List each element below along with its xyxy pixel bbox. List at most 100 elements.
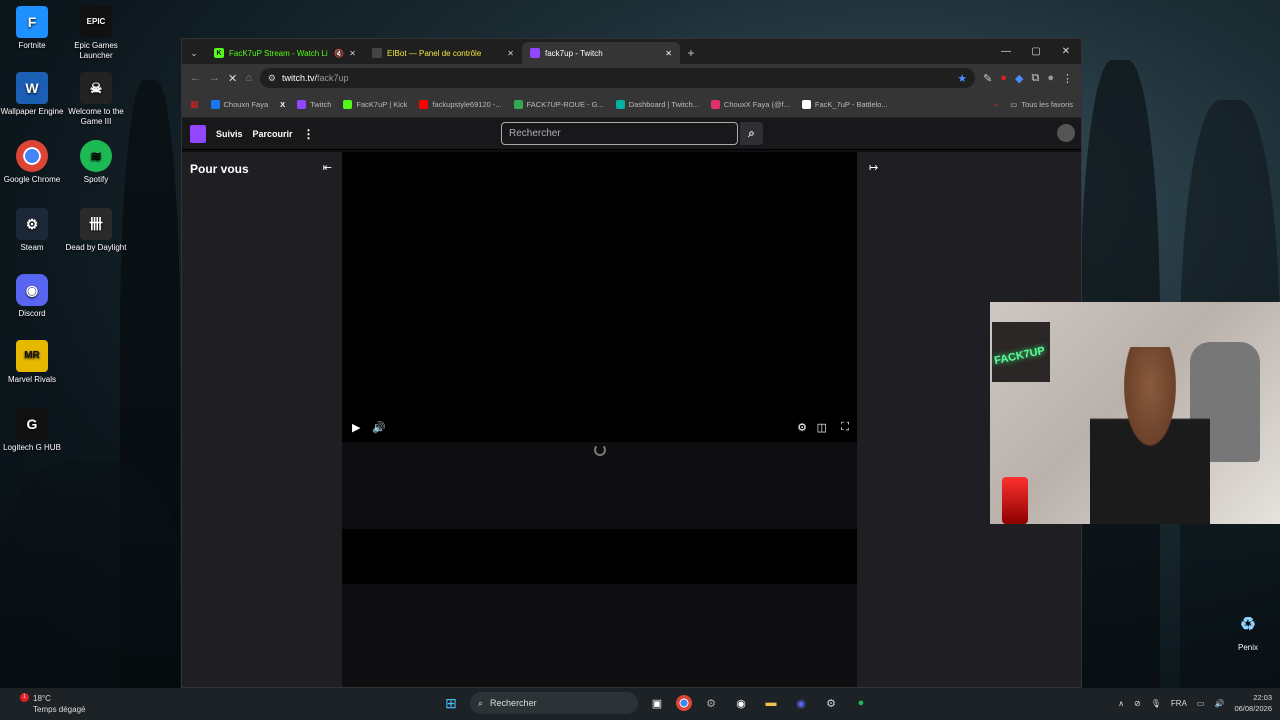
weather-widget[interactable]: 1 18°C Temps dégagé (18, 693, 85, 715)
taskbar-center: ⊞ ⌕ Rechercher ▣ ⚙ ◉ ▬ ◉ ⚙ ● (440, 692, 872, 714)
speaker-icon[interactable]: 🔊 (1214, 699, 1224, 708)
windows-start-icon[interactable]: ⊞ (440, 692, 462, 714)
bookmark-item[interactable]: X (280, 100, 285, 109)
apps-grid-icon[interactable]: ▦ (190, 99, 199, 110)
language-indicator[interactable]: FRA (1171, 699, 1187, 708)
home-icon[interactable]: ⌂ (245, 72, 252, 84)
profile-avatar[interactable]: ● (1047, 72, 1054, 84)
browser-toolbar: ← → ✕ ⌂ ⚙ twitch.tv/fack7up ★ ✎ ● ◆ ⧉ ● … (182, 64, 1081, 92)
collapse-sidebar-icon[interactable]: ⇤ (323, 161, 332, 174)
play-icon[interactable]: ▶ (352, 421, 360, 434)
streamer (1090, 347, 1210, 524)
bookmark-item[interactable]: FacK7uP | Kick (343, 100, 407, 109)
theater-mode-icon[interactable]: ◫ (817, 421, 827, 434)
bookmark-star-icon[interactable]: ★ (957, 72, 967, 85)
nav-browse[interactable]: Parcourir (253, 129, 293, 139)
taskbar-search[interactable]: ⌕ Rechercher (470, 692, 638, 714)
desktop-icon-spotify[interactable]: ≋ Spotify (64, 140, 128, 185)
extensions-puzzle-icon[interactable]: ⧉ (1031, 72, 1039, 85)
settings-gear-icon[interactable]: ⚙ (797, 421, 807, 434)
spotify-taskbar-icon[interactable]: ● (850, 692, 872, 714)
battlelog-icon (801, 100, 811, 109)
tab-strip: ⌄ K FacK7uP Stream - Watch Li 🔇 ✕ EIBot … (182, 39, 1081, 64)
steam-icon: ⚙ (16, 208, 48, 240)
close-tab-icon[interactable]: ✕ (349, 49, 356, 58)
bookmark-item[interactable]: Dashboard | Twitch... (615, 100, 699, 109)
desktop-icon-chrome[interactable]: Google Chrome (0, 140, 64, 185)
network-off-icon[interactable]: ⊘ (1134, 699, 1141, 708)
desktop-icon-steam[interactable]: ⚙ Steam (0, 208, 64, 253)
bookmark-item[interactable]: FacK_7uP - Battlelo... (801, 100, 888, 109)
forward-icon[interactable]: → (209, 72, 220, 84)
site-info-icon[interactable]: ⚙ (268, 73, 276, 84)
video-player[interactable]: ▶ 🔊 ⚙ ◫ ⛶ (342, 152, 857, 442)
loading-spinner-icon (594, 444, 606, 456)
twitch-icon (297, 100, 307, 109)
volume-icon[interactable]: 🔊 (372, 421, 386, 434)
twitch-search-input[interactable]: Rechercher (501, 122, 738, 145)
desktop-icon-fortnite[interactable]: F Fortnite (0, 6, 64, 51)
left-sidebar: Pour vous ⇤ (182, 152, 342, 687)
maximize-icon[interactable]: ▢ (1021, 39, 1051, 64)
browser-window: ⌄ K FacK7uP Stream - Watch Li 🔇 ✕ EIBot … (181, 38, 1082, 688)
task-view-icon[interactable]: ▣ (646, 692, 668, 714)
steam-taskbar-icon[interactable]: ⚙ (820, 692, 842, 714)
address-bar[interactable]: ⚙ twitch.tv/fack7up ★ (259, 68, 976, 88)
minimize-icon[interactable]: — (991, 39, 1021, 64)
user-avatar[interactable] (1057, 124, 1075, 142)
tab-eibot-panel[interactable]: EIBot — Panel de contrôle ✕ (364, 42, 522, 64)
all-favorites-folder[interactable]: ▭ Tous les favoris (1010, 100, 1073, 109)
clock[interactable]: 22:03 06/08/2026 (1234, 692, 1272, 714)
bookmark-item[interactable]: FACK7UP-ROUE - G... (513, 100, 604, 109)
desktop-icon-logitech[interactable]: G Logitech G HUB (0, 408, 64, 453)
display-icon[interactable]: ▭ (1197, 699, 1205, 708)
tab-kick-stream[interactable]: K FacK7uP Stream - Watch Li 🔇 ✕ (206, 42, 364, 64)
close-tab-icon[interactable]: ✕ (665, 49, 672, 58)
close-window-icon[interactable]: ✕ (1051, 39, 1081, 64)
tray-overflow-icon[interactable]: ∧ (1118, 699, 1124, 708)
microphone-icon[interactable]: 🎙 (1151, 699, 1161, 708)
file-explorer-icon[interactable]: ▬ (760, 692, 782, 714)
desktop-icon-discord[interactable]: ◉ Discord (0, 274, 64, 319)
obs-taskbar-icon[interactable]: ◉ (730, 692, 752, 714)
bookmark-item[interactable]: Twitch (297, 100, 331, 109)
desktop-icon-marvel-rivals[interactable]: MR Marvel Rivals (0, 340, 64, 385)
more-menu-icon[interactable]: ⋮ (303, 127, 315, 141)
fullscreen-icon[interactable]: ⛶ (841, 421, 849, 434)
extension-blue-icon[interactable]: ◆ (1015, 72, 1023, 85)
desktop-icon-wallpaper-engine[interactable]: W Wallpaper Engine (0, 72, 64, 117)
settings-taskbar-icon[interactable]: ⚙ (700, 692, 722, 714)
twitch-logo-icon[interactable] (190, 124, 206, 143)
desktop-icon-recycle-bin[interactable]: ♻ Penix (1216, 608, 1280, 653)
chrome-icon (16, 140, 48, 172)
tab-twitch[interactable]: fack7up - Twitch ✕ (522, 42, 680, 64)
google-sheets-icon (513, 100, 523, 109)
adblock-icon[interactable]: ● (1000, 72, 1007, 84)
search-icon: ⌕ (478, 697, 484, 708)
nav-following[interactable]: Suivis (216, 129, 243, 139)
mute-icon[interactable]: 🔇 (334, 49, 344, 58)
extension-icon[interactable]: ✎ (983, 72, 992, 85)
new-tab-button[interactable]: + (680, 42, 702, 64)
desktop-icon-epic-games[interactable]: EPIC Epic Games Launcher (64, 6, 128, 61)
epic-games-icon: EPIC (80, 6, 112, 38)
bookmark-item[interactable]: fackupstyle69120 -... (419, 100, 502, 109)
expand-chat-icon[interactable]: ↦ (869, 161, 878, 174)
discord-taskbar-icon[interactable]: ◉ (790, 692, 812, 714)
bookmarks-overflow-icon[interactable]: » (994, 100, 998, 109)
close-tab-icon[interactable]: ✕ (507, 49, 514, 58)
search-icon[interactable]: ⌕ (740, 122, 763, 145)
desktop-icon-welcome-game[interactable]: ☠ Welcome to the Game III (64, 72, 128, 127)
bookmark-item[interactable]: Chouxn Faya (210, 100, 268, 109)
desktop-icon-dead-by-daylight[interactable]: 卌 Dead by Daylight (64, 208, 128, 253)
bookmark-item[interactable]: ChouxX Faya (@f... (710, 100, 790, 109)
sidebar-title: Pour vous (190, 162, 249, 176)
chrome-taskbar-icon[interactable] (676, 695, 692, 711)
menu-kebab-icon[interactable]: ⋮ (1062, 72, 1073, 85)
eibot-icon (372, 48, 382, 58)
microphone (1002, 477, 1028, 524)
twitch-top-nav: Suivis Parcourir ⋮ Rechercher ⌕ (182, 118, 1081, 150)
back-icon[interactable]: ← (190, 72, 201, 84)
tab-search-icon[interactable]: ⌄ (182, 42, 206, 64)
stop-loading-icon[interactable]: ✕ (228, 72, 237, 85)
